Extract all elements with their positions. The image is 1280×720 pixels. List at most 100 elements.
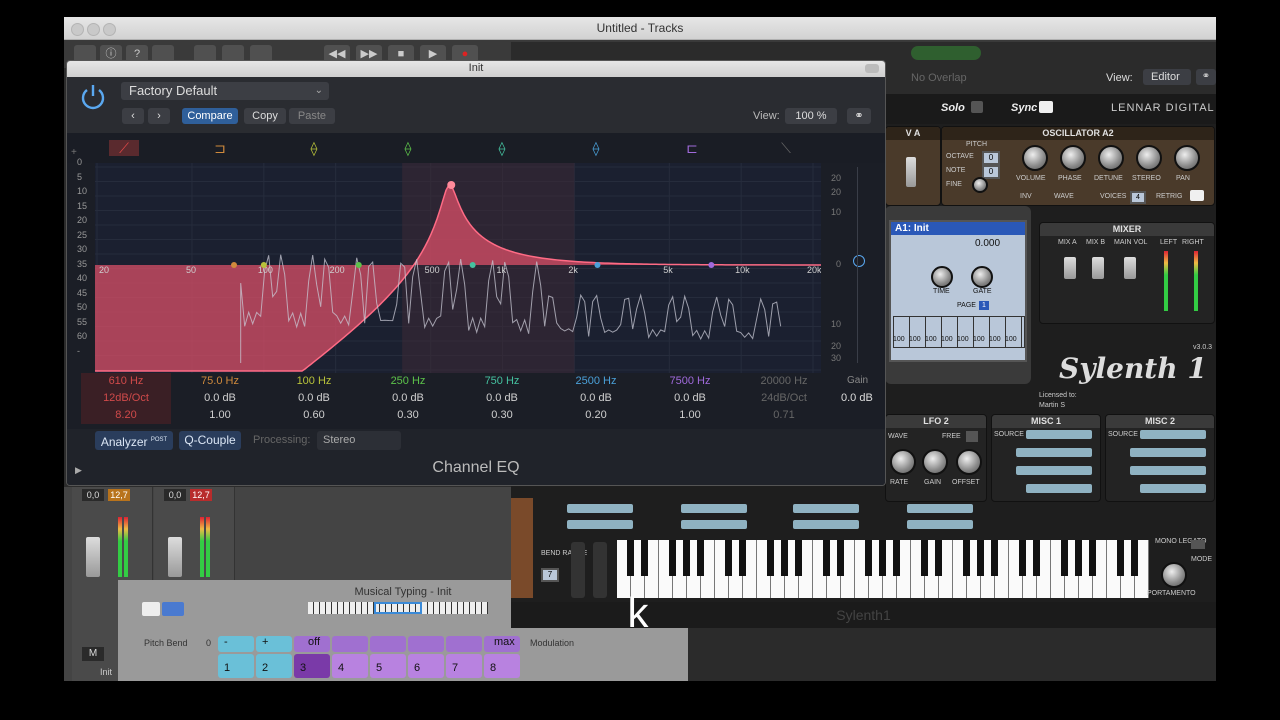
- bell-band-3-icon[interactable]: ⟠: [487, 140, 517, 156]
- black-key[interactable]: [977, 540, 984, 576]
- black-key[interactable]: [1019, 540, 1026, 576]
- band-q-value[interactable]: 0.71: [739, 407, 829, 424]
- black-key[interactable]: [739, 540, 746, 576]
- power-icon[interactable]: [79, 83, 107, 111]
- mod-destination-slot[interactable]: [1016, 466, 1092, 475]
- mod-destination-slot[interactable]: [1130, 448, 1206, 457]
- phase-knob[interactable]: [1060, 145, 1086, 171]
- mod-slot[interactable]: [793, 504, 859, 513]
- black-key[interactable]: [879, 540, 886, 576]
- mute-button[interactable]: M: [82, 647, 104, 661]
- main-vol-fader[interactable]: [1124, 257, 1136, 279]
- view-select[interactable]: Editor: [1143, 69, 1191, 85]
- band-gain-value[interactable]: 12dB/Oct: [81, 390, 171, 407]
- high-cut-icon[interactable]: ⟍: [771, 140, 801, 156]
- black-key[interactable]: [823, 540, 830, 576]
- mod-source-slot[interactable]: [1140, 430, 1206, 439]
- black-key[interactable]: [921, 540, 928, 576]
- black-key[interactable]: [641, 540, 648, 576]
- band-freq-value[interactable]: 7500 Hz: [645, 373, 735, 390]
- volume-fader[interactable]: [168, 537, 182, 577]
- octave-up-key[interactable]: +: [256, 636, 292, 652]
- pitch-wheel[interactable]: [571, 542, 585, 598]
- mod-slot[interactable]: [681, 520, 747, 529]
- band-q-value[interactable]: 1.00: [175, 407, 265, 424]
- band-q-value[interactable]: 0.30: [457, 407, 547, 424]
- bell-band-4-icon[interactable]: ⟠: [581, 140, 611, 156]
- velocity-off-key[interactable]: off: [294, 636, 330, 652]
- typing-key-5[interactable]: 5: [370, 654, 406, 678]
- volume-fader[interactable]: [86, 537, 100, 577]
- sync-toggle[interactable]: [1039, 101, 1053, 113]
- black-key[interactable]: [781, 540, 788, 576]
- bell-band-1-icon[interactable]: ⟠: [299, 140, 329, 156]
- band-gain-value[interactable]: 24dB/Oct: [739, 390, 829, 407]
- band-q-value[interactable]: 0.20: [551, 407, 641, 424]
- lfo-gain-knob[interactable]: [922, 449, 948, 475]
- band-q-value[interactable]: 0.30: [363, 407, 453, 424]
- retrig-toggle[interactable]: [1190, 190, 1204, 201]
- black-key[interactable]: [767, 540, 774, 576]
- high-shelf-icon[interactable]: ⊏: [677, 140, 707, 156]
- mix-b-fader[interactable]: [1092, 257, 1104, 279]
- mod-source-slot[interactable]: [1140, 484, 1206, 493]
- osc-fader[interactable]: [906, 157, 916, 187]
- black-key[interactable]: [1131, 540, 1138, 576]
- link-icon[interactable]: ⚭: [1196, 69, 1216, 85]
- velocity-max-key[interactable]: max: [484, 636, 520, 652]
- mod-destination-slot[interactable]: [1016, 448, 1092, 457]
- note-value[interactable]: 0: [982, 165, 1000, 179]
- black-key[interactable]: [1117, 540, 1124, 576]
- black-key[interactable]: [893, 540, 900, 576]
- black-key[interactable]: [935, 540, 942, 576]
- black-key[interactable]: [627, 540, 634, 576]
- band-gain-value[interactable]: 0.0 dB: [269, 390, 359, 407]
- black-key[interactable]: [1061, 540, 1068, 576]
- bend-range-value[interactable]: 7: [541, 568, 559, 582]
- black-key[interactable]: [837, 540, 844, 576]
- q-couple-button[interactable]: Q-Couple: [179, 431, 241, 450]
- black-key[interactable]: [1033, 540, 1040, 576]
- mod-slot[interactable]: [793, 520, 859, 529]
- black-key[interactable]: [963, 540, 970, 576]
- time-knob[interactable]: [931, 266, 953, 288]
- band-q-value[interactable]: 8.20: [81, 407, 171, 424]
- bell-band-2-icon[interactable]: ⟠: [393, 140, 423, 156]
- black-key[interactable]: [697, 540, 704, 576]
- band-freq-value[interactable]: 100 Hz: [269, 373, 359, 390]
- mod-slot[interactable]: [567, 520, 633, 529]
- band-gain-value[interactable]: 0.0 dB: [645, 390, 735, 407]
- mod-wheel[interactable]: [593, 542, 607, 598]
- gain-value[interactable]: 0.0 dB: [841, 392, 873, 404]
- typing-key-6[interactable]: 6: [408, 654, 444, 678]
- band-freq-value[interactable]: 75.0 Hz: [175, 373, 265, 390]
- mod-destination-slot[interactable]: [1130, 466, 1206, 475]
- octave-range-indicator[interactable]: [374, 602, 422, 614]
- velocity-key[interactable]: [332, 636, 368, 652]
- band-freq-value[interactable]: 20000 Hz: [739, 373, 829, 390]
- previous-preset-button[interactable]: ‹: [122, 108, 144, 124]
- band-gain-value[interactable]: 0.0 dB: [175, 390, 265, 407]
- next-preset-button[interactable]: ›: [148, 108, 170, 124]
- detune-knob[interactable]: [1098, 145, 1124, 171]
- mix-a-fader[interactable]: [1064, 257, 1076, 279]
- octave-value[interactable]: 0: [982, 151, 1000, 165]
- velocity-key[interactable]: [446, 636, 482, 652]
- typing-key-4[interactable]: 4: [332, 654, 368, 678]
- lfo-free-toggle[interactable]: [966, 431, 978, 442]
- lfo-offset-knob[interactable]: [956, 449, 982, 475]
- fine-knob[interactable]: [972, 177, 988, 193]
- solo-toggle[interactable]: [971, 101, 983, 113]
- octave-down-key[interactable]: -: [218, 636, 254, 652]
- mod-source-slot[interactable]: [1026, 430, 1092, 439]
- typing-key-8[interactable]: 8: [484, 654, 520, 678]
- typing-key-7[interactable]: 7: [446, 654, 482, 678]
- mod-slot[interactable]: [681, 504, 747, 513]
- processing-select[interactable]: Stereo: [317, 431, 401, 450]
- band-gain-value[interactable]: 0.0 dB: [551, 390, 641, 407]
- analyzer-button[interactable]: Analyzer POST: [95, 431, 173, 450]
- band-freq-value[interactable]: 2500 Hz: [551, 373, 641, 390]
- eq-curve-svg[interactable]: 20 50 100 200 500 1k 2k 5k 10k 20k: [95, 163, 822, 373]
- black-key[interactable]: [683, 540, 690, 576]
- band-freq-value[interactable]: 750 Hz: [457, 373, 547, 390]
